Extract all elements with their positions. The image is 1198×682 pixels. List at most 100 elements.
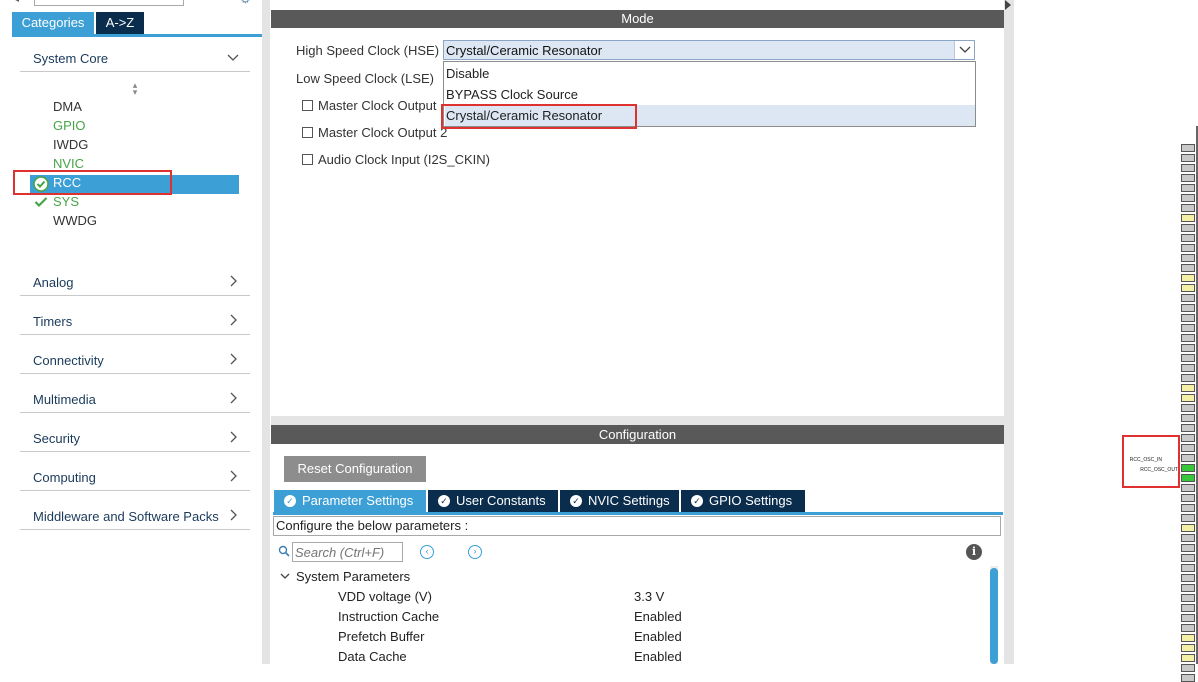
chip-pin[interactable] bbox=[1181, 164, 1195, 172]
param-value[interactable]: Enabled bbox=[634, 609, 682, 624]
mco2-checkbox[interactable] bbox=[302, 127, 313, 138]
category-connectivity[interactable]: Connectivity bbox=[20, 348, 250, 374]
chip-pin[interactable] bbox=[1181, 234, 1195, 242]
param-value[interactable]: Enabled bbox=[634, 649, 682, 664]
chip-pin[interactable] bbox=[1181, 414, 1195, 422]
chip-pin[interactable] bbox=[1181, 574, 1195, 582]
scrollbar-thumb[interactable] bbox=[990, 568, 998, 664]
chip-pin[interactable] bbox=[1181, 284, 1195, 292]
chip-pin[interactable] bbox=[1181, 444, 1195, 452]
collapse-arrow-icon[interactable] bbox=[1005, 0, 1013, 10]
chip-pin[interactable] bbox=[1181, 424, 1195, 432]
hse-select[interactable]: Crystal/Ceramic Resonator bbox=[443, 40, 975, 60]
search-input[interactable] bbox=[293, 543, 402, 561]
chip-pin[interactable] bbox=[1181, 314, 1195, 322]
parameter-search-field[interactable] bbox=[292, 542, 403, 562]
param-value[interactable]: Enabled bbox=[634, 629, 682, 644]
chip-pin[interactable] bbox=[1181, 494, 1195, 502]
gear-icon[interactable]: ⚙ bbox=[240, 0, 254, 6]
chip-pin[interactable] bbox=[1181, 674, 1195, 682]
chip-pin[interactable] bbox=[1181, 144, 1195, 152]
chip-pin[interactable] bbox=[1181, 154, 1195, 162]
system-core-item-wwdg[interactable]: WWDG bbox=[53, 211, 97, 230]
category-computing[interactable]: Computing bbox=[20, 465, 250, 491]
dropdown-option-disable[interactable]: Disable bbox=[445, 63, 975, 84]
chip-pin[interactable] bbox=[1181, 274, 1195, 282]
dropdown-option-bypass[interactable]: BYPASS Clock Source bbox=[445, 84, 975, 105]
chip-pin[interactable] bbox=[1181, 454, 1195, 462]
chip-pin[interactable] bbox=[1181, 344, 1195, 352]
chip-pin[interactable] bbox=[1181, 304, 1195, 312]
chip-pin[interactable] bbox=[1181, 324, 1195, 332]
search-next-icon[interactable]: › bbox=[468, 545, 482, 559]
chevron-down-icon[interactable] bbox=[279, 570, 291, 582]
chip-pin[interactable] bbox=[1181, 174, 1195, 182]
chip-pin[interactable] bbox=[1181, 634, 1195, 642]
chip-pin[interactable] bbox=[1181, 374, 1195, 382]
chip-pin[interactable] bbox=[1181, 294, 1195, 302]
chip-pin[interactable] bbox=[1181, 214, 1195, 222]
category-middleware[interactable]: Middleware and Software Packs bbox=[20, 504, 250, 530]
chip-pin[interactable] bbox=[1181, 184, 1195, 192]
chip-pin[interactable] bbox=[1181, 394, 1195, 402]
chip-pin[interactable] bbox=[1181, 654, 1195, 662]
group-system-parameters[interactable]: System Parameters bbox=[296, 569, 410, 584]
chip-pin[interactable] bbox=[1181, 614, 1195, 622]
chip-pin[interactable] bbox=[1181, 514, 1195, 522]
category-system-core[interactable]: System Core bbox=[20, 46, 250, 72]
chip-pin[interactable] bbox=[1181, 604, 1195, 612]
tab-categories[interactable]: Categories bbox=[12, 12, 94, 34]
chip-pin[interactable] bbox=[1181, 474, 1195, 482]
tab-a-to-z[interactable]: A->Z bbox=[96, 12, 144, 34]
chip-pin[interactable] bbox=[1181, 434, 1195, 442]
chip-pin[interactable] bbox=[1181, 404, 1195, 412]
category-timers[interactable]: Timers bbox=[20, 309, 250, 335]
sort-icon[interactable]: ▴ ▾ bbox=[129, 81, 141, 97]
category-multimedia[interactable]: Multimedia bbox=[20, 387, 250, 413]
tab-user-constants[interactable]: ✓ User Constants bbox=[428, 490, 558, 512]
chip-pin[interactable] bbox=[1181, 364, 1195, 372]
search-previous-icon[interactable]: ‹ bbox=[420, 545, 434, 559]
system-core-item-dma[interactable]: DMA bbox=[53, 97, 82, 116]
chip-pin[interactable] bbox=[1181, 534, 1195, 542]
chip-pin[interactable] bbox=[1181, 644, 1195, 652]
panel-splitter-right[interactable] bbox=[1004, 0, 1014, 664]
chip-pin[interactable] bbox=[1181, 204, 1195, 212]
chip-pin[interactable] bbox=[1181, 554, 1195, 562]
chip-pin[interactable] bbox=[1181, 544, 1195, 552]
i2s-ckin-checkbox[interactable] bbox=[302, 154, 313, 165]
chip-pin[interactable] bbox=[1181, 254, 1195, 262]
chip-pin[interactable] bbox=[1181, 584, 1195, 592]
chip-pin[interactable] bbox=[1181, 594, 1195, 602]
category-analog[interactable]: Analog bbox=[20, 270, 250, 296]
chip-pin[interactable] bbox=[1181, 624, 1195, 632]
reset-configuration-button[interactable]: Reset Configuration bbox=[284, 456, 426, 482]
chip-pin[interactable] bbox=[1181, 464, 1195, 472]
chevron-down-icon[interactable] bbox=[954, 41, 974, 59]
system-core-item-sys[interactable]: SYS bbox=[53, 192, 79, 211]
chip-pin[interactable] bbox=[1181, 264, 1195, 272]
chip-pin[interactable] bbox=[1181, 334, 1195, 342]
chip-pin[interactable] bbox=[1181, 664, 1195, 672]
panel-splitter[interactable] bbox=[262, 0, 270, 664]
system-core-item-iwdg[interactable]: IWDG bbox=[53, 135, 88, 154]
chip-pin[interactable] bbox=[1181, 484, 1195, 492]
panel-separator[interactable] bbox=[271, 416, 1004, 425]
expand-icon[interactable]: ◂ bbox=[14, 0, 26, 5]
chip-pin[interactable] bbox=[1181, 224, 1195, 232]
chip-pin[interactable] bbox=[1181, 194, 1195, 202]
tab-nvic-settings[interactable]: ✓ NVIC Settings bbox=[560, 490, 679, 512]
chip-pin[interactable] bbox=[1181, 564, 1195, 572]
chip-pin[interactable] bbox=[1181, 354, 1195, 362]
info-icon[interactable]: i bbox=[966, 544, 982, 560]
param-value[interactable]: 3.3 V bbox=[634, 589, 664, 604]
chip-pin[interactable] bbox=[1181, 384, 1195, 392]
tab-parameter-settings[interactable]: ✓ Parameter Settings bbox=[274, 490, 426, 512]
system-core-item-gpio[interactable]: GPIO bbox=[53, 116, 86, 135]
tab-gpio-settings[interactable]: ✓ GPIO Settings bbox=[681, 490, 805, 512]
component-search-input[interactable] bbox=[34, 0, 184, 6]
mco1-checkbox[interactable] bbox=[302, 100, 313, 111]
chip-pin[interactable] bbox=[1181, 504, 1195, 512]
category-security[interactable]: Security bbox=[20, 426, 250, 452]
chip-pin[interactable] bbox=[1181, 244, 1195, 252]
